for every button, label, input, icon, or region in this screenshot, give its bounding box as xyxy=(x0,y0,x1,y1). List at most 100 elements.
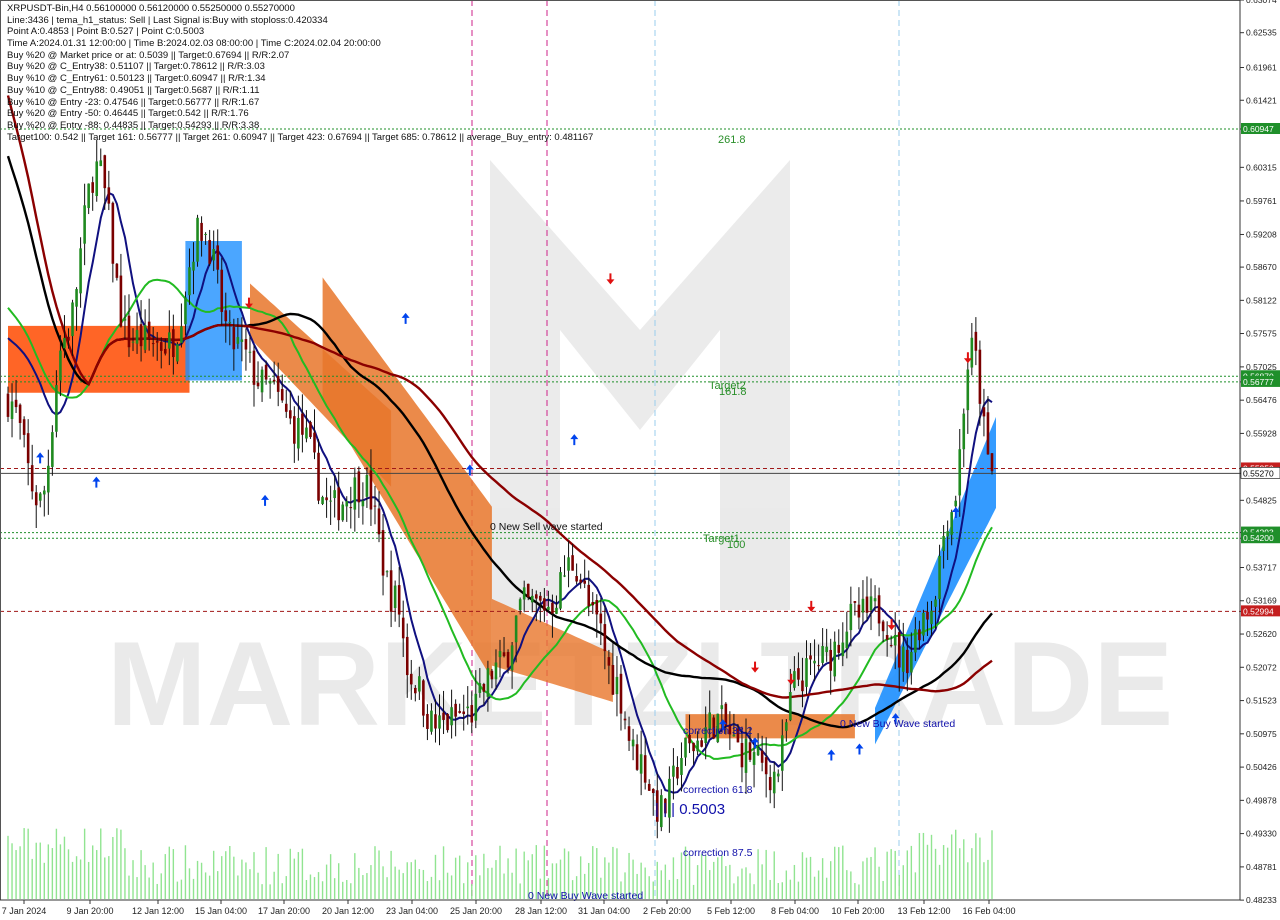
price-tick-label: 0.62535 xyxy=(1246,28,1277,38)
candle-body xyxy=(889,645,893,647)
info-line: Target100: 0.542 || Target 161: 0.56777 … xyxy=(7,131,594,143)
candle-body xyxy=(748,742,752,760)
info-line: Buy %10 @ C_Entry61: 0.50123 || Target:0… xyxy=(7,73,266,85)
candle-body xyxy=(918,629,921,641)
info-line: Buy %20 @ Entry -88: 0.44835 || Target:0… xyxy=(7,119,260,131)
candle-body xyxy=(978,349,982,404)
candle-body xyxy=(377,508,381,535)
candle-body xyxy=(845,631,849,649)
candle-body xyxy=(131,341,135,343)
candle-body xyxy=(63,337,66,349)
time-tick-label: 17 Jan 20:00 xyxy=(258,906,310,916)
candle-body xyxy=(607,657,611,666)
candle-body xyxy=(764,757,768,775)
candle-body xyxy=(10,401,14,419)
candle-body xyxy=(849,603,853,631)
candle-body xyxy=(873,598,877,602)
candle-body xyxy=(422,680,425,716)
info-line: Buy %20 @ C_Entry38: 0.51107 || Target:0… xyxy=(7,61,265,73)
price-tick-label: 0.56476 xyxy=(1246,395,1277,405)
candle-body xyxy=(805,658,808,687)
candle-body xyxy=(232,327,236,350)
chart-annotation: correction 61.8 xyxy=(683,784,753,796)
candle-body xyxy=(236,337,240,344)
candle-body xyxy=(220,269,224,312)
candle-body xyxy=(418,676,421,692)
candle-body xyxy=(740,743,744,768)
candle-body xyxy=(385,571,389,573)
candle-body xyxy=(442,712,445,720)
candle-body xyxy=(772,771,776,794)
time-tick-label: 28 Jan 12:00 xyxy=(515,906,567,916)
candle-body xyxy=(539,595,542,601)
indicator-info-panel: XRPUSDT-Bin,H4 0.56100000 0.56120000 0.5… xyxy=(7,3,593,143)
candle-body xyxy=(313,432,316,453)
candle-body xyxy=(75,289,78,307)
candle-body xyxy=(30,465,34,492)
candle-body xyxy=(405,636,409,676)
price-tick-label: 0.59761 xyxy=(1246,196,1277,206)
candle-body xyxy=(293,416,296,444)
candle-body xyxy=(631,739,635,747)
candle-body xyxy=(785,722,788,731)
price-tick-label: 0.57575 xyxy=(1246,329,1277,339)
candle-body xyxy=(930,610,933,625)
candle-body xyxy=(224,310,228,322)
time-tick-label: 31 Jan 04:00 xyxy=(578,906,630,916)
candle-body xyxy=(216,245,220,270)
candle-body xyxy=(454,703,457,717)
buy-arrow-icon xyxy=(401,312,410,324)
chart-annotation: 0 New Buy Wave started xyxy=(840,718,955,730)
candle-body xyxy=(297,417,300,449)
candle-body xyxy=(196,217,199,262)
chart-annotation: correction 87.5 xyxy=(683,847,753,859)
candle-body xyxy=(906,649,909,674)
candle-body xyxy=(603,624,607,652)
time-tick-label: 5 Feb 12:00 xyxy=(707,906,755,916)
candle-body xyxy=(83,205,86,244)
info-line: Point A:0.4853 | Point B:0.527 | Point C… xyxy=(7,26,205,38)
candle-body xyxy=(111,202,115,264)
price-line-tag: 261.8 xyxy=(718,134,746,146)
candle-body xyxy=(498,651,502,658)
candle-body xyxy=(200,222,203,241)
candle-body xyxy=(248,351,252,353)
price-tick-label: 0.63074 xyxy=(1246,0,1277,5)
candle-body xyxy=(434,714,437,729)
candle-body xyxy=(14,399,18,408)
candle-body xyxy=(990,453,994,472)
candle-body xyxy=(51,432,54,467)
price-tick-label: 0.58122 xyxy=(1246,295,1277,305)
candle-body xyxy=(547,606,550,610)
candle-body xyxy=(71,302,74,337)
candle-body xyxy=(55,385,58,432)
time-tick-label: 16 Feb 04:00 xyxy=(962,906,1015,916)
candle-body xyxy=(942,536,945,552)
candle-body xyxy=(857,604,861,618)
buy-arrow-icon xyxy=(36,452,45,464)
candle-body xyxy=(813,660,816,664)
candle-body xyxy=(950,512,953,535)
candle-body xyxy=(192,261,195,271)
price-tick-label: 0.50426 xyxy=(1246,762,1277,772)
candle-body xyxy=(95,161,99,197)
candle-body xyxy=(744,738,748,773)
candle-body xyxy=(127,315,131,348)
candle-body xyxy=(817,665,820,667)
candle-body xyxy=(59,350,62,381)
candle-body xyxy=(639,754,643,774)
candle-body xyxy=(821,646,824,663)
time-tick-label: 7 Jan 2024 xyxy=(2,906,47,916)
candle-body xyxy=(692,742,695,752)
candle-body xyxy=(228,321,232,323)
price-label-text: 0.56777 xyxy=(1243,377,1274,387)
candle-body xyxy=(305,427,308,439)
candle-body xyxy=(47,465,50,493)
candle-body xyxy=(615,676,619,695)
candle-body xyxy=(776,773,780,777)
candle-body xyxy=(760,750,764,763)
candle-body xyxy=(494,662,498,680)
candle-body xyxy=(861,598,865,613)
watermark-text: MARKETZI TRADE xyxy=(107,617,1174,751)
candle-body xyxy=(321,497,324,504)
